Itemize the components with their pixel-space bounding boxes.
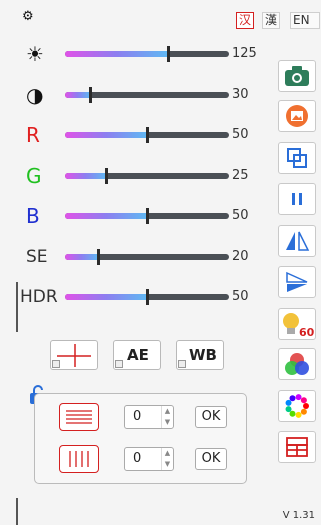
slider-thumb[interactable]	[88, 86, 92, 103]
slider-fill	[65, 51, 168, 57]
flip-horizontal-button[interactable]	[278, 225, 316, 257]
lang-simplified-button[interactable]: 汉	[236, 12, 255, 29]
settings-icon[interactable]: ⚙	[22, 10, 34, 24]
color-wheel-icon	[284, 393, 310, 419]
ae-label: AE	[127, 346, 149, 364]
left-edge-marker	[16, 498, 18, 525]
slider-label: G	[26, 163, 42, 188]
slider-fill	[65, 213, 147, 219]
flip-vertical-icon	[284, 270, 310, 294]
wb-label: WB	[189, 346, 217, 364]
slider-thumb[interactable]	[146, 289, 149, 305]
slider-value: 50	[232, 289, 249, 304]
picture-button[interactable]	[278, 100, 316, 132]
spin-value: 0	[133, 409, 142, 424]
color-wheel-button[interactable]	[278, 390, 316, 422]
slider-value: 20	[232, 248, 249, 264]
slider-thumb[interactable]	[166, 46, 170, 62]
version-label: V 1.31	[282, 510, 315, 521]
svg-text:60: 60	[299, 326, 315, 338]
vertical-lines-icon	[69, 451, 89, 467]
corner-checkbox[interactable]	[178, 360, 186, 368]
slider-fill	[65, 91, 90, 98]
color-circles-button[interactable]	[278, 348, 316, 380]
line-settings-panel: 0 ▲ ▼ OK 0 ▲ ▼ OK	[34, 393, 247, 484]
lang-english-button[interactable]: EN	[290, 12, 320, 29]
slider-label: ◑	[26, 82, 44, 107]
camera-button[interactable]	[278, 60, 316, 92]
slider-fill	[65, 294, 147, 300]
camera-icon	[284, 65, 310, 87]
slider-row: ☀ 125	[20, 40, 260, 68]
slider-label: ☀	[26, 42, 44, 66]
slider-fill	[65, 132, 147, 138]
slider-thumb[interactable]	[146, 127, 149, 143]
corner-checkbox[interactable]	[115, 360, 123, 368]
pause-button[interactable]	[278, 183, 316, 215]
corner-checkbox[interactable]	[52, 360, 60, 368]
lang-traditional-button[interactable]: 漢	[262, 12, 281, 29]
auto-exposure-button[interactable]: AE	[113, 340, 161, 370]
slider-track[interactable]	[65, 51, 229, 57]
slider-row: B 50	[20, 202, 260, 230]
horizontal-lines-icon	[66, 410, 92, 424]
slider-row: G 25	[20, 162, 260, 190]
bulb-icon: 60	[279, 310, 315, 338]
grid-layout-button[interactable]	[278, 431, 316, 463]
slider-value: 125	[232, 46, 257, 61]
spin-value: 0	[133, 451, 142, 466]
flip-vertical-button[interactable]	[278, 266, 316, 298]
spin-arrows-icon[interactable]: ▲ ▼	[161, 448, 173, 470]
slider-label: SE	[26, 246, 48, 267]
left-edge-marker	[16, 282, 18, 332]
slider-thumb[interactable]	[146, 208, 149, 224]
slider-label: HDR	[20, 287, 58, 307]
slider-label: B	[26, 204, 40, 228]
slider-row: R 50	[20, 121, 260, 149]
bulb-button[interactable]: 60	[278, 308, 316, 340]
slider-row: HDR 50	[20, 283, 260, 311]
horizontal-lines-button[interactable]	[59, 403, 99, 431]
slider-track[interactable]	[65, 253, 229, 260]
slider-fill	[65, 172, 106, 179]
picture-icon	[285, 104, 309, 128]
slider-value: 50	[232, 127, 249, 142]
slider-track[interactable]	[65, 172, 229, 179]
pause-icon	[287, 189, 307, 209]
flip-horizontal-icon	[284, 229, 310, 253]
slider-value: 25	[232, 167, 249, 183]
white-balance-button[interactable]: WB	[176, 340, 224, 370]
spin-arrows-icon[interactable]: ▲ ▼	[161, 406, 173, 428]
slider-value: 50	[232, 208, 249, 223]
slider-label: R	[26, 123, 40, 147]
slider-thumb[interactable]	[96, 248, 100, 265]
slider-fill	[65, 253, 98, 260]
vertical-lines-ok-button[interactable]: OK	[195, 448, 227, 470]
horizontal-lines-ok-button[interactable]: OK	[195, 406, 227, 428]
overlap-button[interactable]	[278, 142, 316, 174]
horizontal-lines-count-input[interactable]: 0 ▲ ▼	[124, 405, 174, 429]
slider-row: ◑ 30	[20, 81, 260, 109]
slider-row: SE 20	[20, 243, 260, 271]
crosshair-button[interactable]	[50, 340, 98, 370]
slider-value: 30	[232, 86, 249, 102]
grid-layout-icon	[284, 435, 310, 459]
vertical-lines-button[interactable]	[59, 445, 99, 473]
slider-thumb[interactable]	[105, 167, 108, 184]
color-circles-icon	[283, 351, 311, 377]
overlap-icon	[285, 146, 309, 170]
app-window: ⚙ 汉 漢 EN ☀ 125 ◑ 30 R 50 G 25 B 50 SE 20 HDR 50 60 AE…	[0, 0, 321, 525]
vertical-lines-count-input[interactable]: 0 ▲ ▼	[124, 447, 174, 471]
